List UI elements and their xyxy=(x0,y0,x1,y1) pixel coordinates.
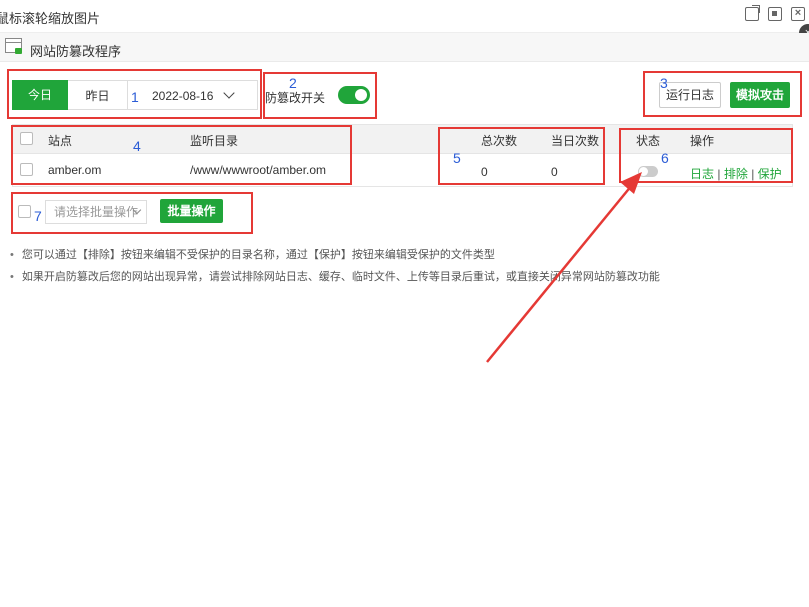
annotation-arrow xyxy=(486,172,642,363)
